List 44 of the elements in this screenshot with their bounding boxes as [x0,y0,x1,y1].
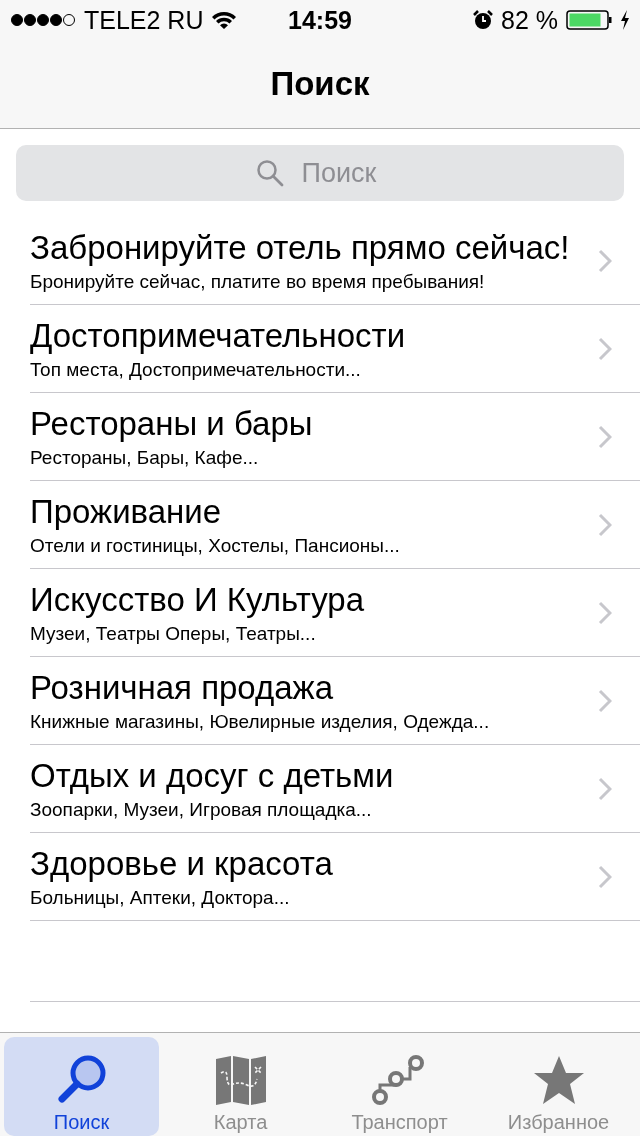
battery-icon [566,10,612,30]
category-row[interactable]: Проживание Отели и гостиницы, Хостелы, Пансионы... [30,481,640,569]
battery-percent: 82 % [501,5,558,35]
category-title: Рестораны и бары [30,404,314,443]
chevron-icon [598,424,612,449]
category-title: Искусство И Культура [30,580,366,619]
category-subtitle: Больницы, Аптеки, Доктора... [30,886,291,909]
alarm-icon [473,10,493,30]
category-row[interactable]: Здоровье и красота Больницы, Аптеки, Доктора... [30,833,640,921]
category-title: Забронируйте отель прямо сейчас! [30,228,571,267]
category-subtitle: Зоопарки, Музеи, Игровая площадка... [30,798,373,821]
category-row[interactable]: Отдых и досуг с детьми Зоопарки, Музеи, Игровая площадка... [30,745,640,833]
category-subtitle: Отели и гостиницы, Хостелы, Пансионы... [30,534,401,557]
category-subtitle: Книжные магазины, Ювелирные изделия, Одежда... [30,710,491,733]
category-row[interactable]: Розничная продажа Книжные магазины, Ювелирные изделия, Одежда... [30,657,640,745]
search-icon [256,159,284,187]
wifi-icon [211,10,238,30]
carrier-name: TELE2 RU [84,5,204,35]
category-row[interactable]: Искусство И Культура Музеи, Театры Оперы, Театры... [30,569,640,657]
signal-icon [10,13,76,27]
category-subtitle: Музеи, Театры Оперы, Театры... [30,622,317,645]
category-subtitle: Бронируйте сейчас, платите во время пребывания! [30,270,486,293]
charging-icon [620,10,630,30]
search-field[interactable]: Поиск [16,145,624,201]
category-title: Достопримечательности [30,316,407,355]
chevron-icon [598,864,612,889]
category-subtitle: Рестораны, Бары, Кафе... [30,446,260,469]
category-title: Здоровье и красота [30,844,334,883]
category-title: Проживание [30,492,223,531]
chevron-icon [598,600,612,625]
category-row[interactable]: Достопримечательности Топ места, Достопримечательности... [30,305,640,393]
chevron-icon [598,512,612,537]
category-title: Розничная продажа [30,668,335,707]
chevron-icon [598,688,612,713]
category-row[interactable]: Рестораны и бары Рестораны, Бары, Кафе... [30,393,640,481]
clock-time: 14:59 [288,5,352,35]
screen-title: Поиск [270,65,370,103]
chevron-icon [598,336,612,361]
category-title: Отдых и досуг с детьми [30,756,395,795]
chevron-icon [598,776,612,801]
category-subtitle: Топ места, Достопримечательности... [30,358,362,381]
chevron-icon [598,248,612,273]
tab-bar-item[interactable]: Поиск [4,1037,159,1136]
category-row[interactable]: Забронируйте отель прямо сейчас! Бронируйте сейчас, платите во время пребывания! [30,217,640,305]
